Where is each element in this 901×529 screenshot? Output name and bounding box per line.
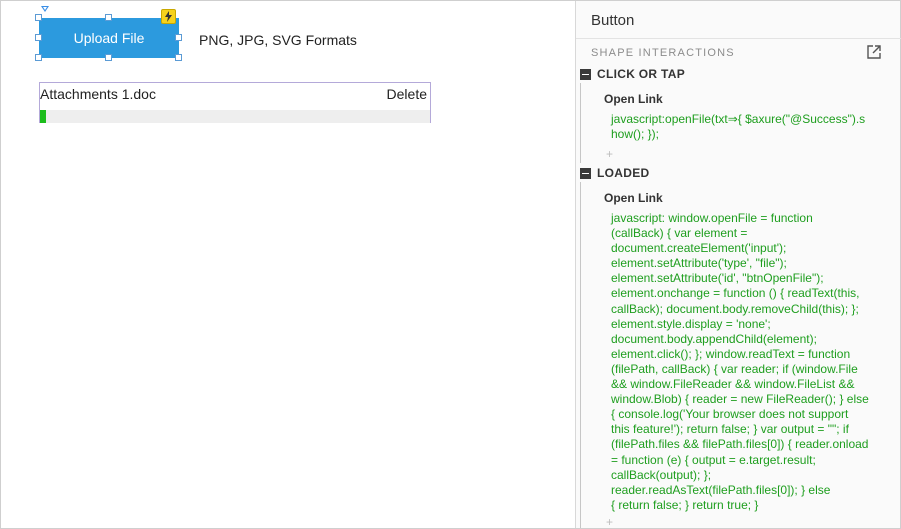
design-canvas[interactable]: Upload File PNG, JPG, SVG Formats Attach… (1, 1, 575, 528)
anchor-triangle-icon (41, 6, 49, 12)
resize-handle-middle-left[interactable] (35, 34, 42, 41)
event-name: CLICK OR TAP (597, 67, 686, 81)
upload-progress-fill (40, 110, 46, 123)
event-connector-line (580, 83, 581, 163)
action-code[interactable]: javascript:openFile(txt⇒{ $axure("@Succe… (611, 112, 891, 142)
resize-handle-top-left[interactable] (35, 14, 42, 21)
resize-handle-bottom-middle[interactable] (105, 54, 112, 61)
upload-progress-bar (40, 110, 430, 123)
upload-widget-selection[interactable]: Upload File (35, 6, 182, 61)
upload-file-button[interactable]: Upload File (39, 18, 179, 58)
add-action-icon[interactable]: + (606, 515, 613, 529)
collapse-icon[interactable] (580, 69, 591, 80)
action-title[interactable]: Open Link (604, 191, 663, 205)
resize-handle-middle-right[interactable] (175, 34, 182, 41)
panel-title: Button (591, 12, 635, 29)
interactions-panel: Button SHAPE INTERACTIONS CLICK OR TAP O… (575, 1, 901, 529)
formats-text: PNG, JPG, SVG Formats (199, 32, 357, 48)
collapse-icon[interactable] (580, 168, 591, 179)
delete-link[interactable]: Delete (387, 86, 427, 102)
lightning-icon[interactable] (161, 9, 176, 24)
attachment-item: Attachments 1.doc Delete (39, 82, 431, 123)
panel-divider (576, 38, 901, 39)
event-connector-line (580, 182, 581, 528)
section-label: SHAPE INTERACTIONS (591, 47, 735, 59)
resize-handle-bottom-left[interactable] (35, 54, 42, 61)
action-code[interactable]: javascript: window.openFile = function (… (611, 211, 891, 513)
popout-icon[interactable] (866, 44, 882, 60)
event-name: LOADED (597, 166, 650, 180)
add-action-icon[interactable]: + (606, 147, 613, 161)
resize-handle-bottom-right[interactable] (175, 54, 182, 61)
action-title[interactable]: Open Link (604, 92, 663, 106)
attachment-file-name: Attachments 1.doc (40, 86, 156, 102)
resize-handle-top-middle[interactable] (105, 14, 112, 21)
